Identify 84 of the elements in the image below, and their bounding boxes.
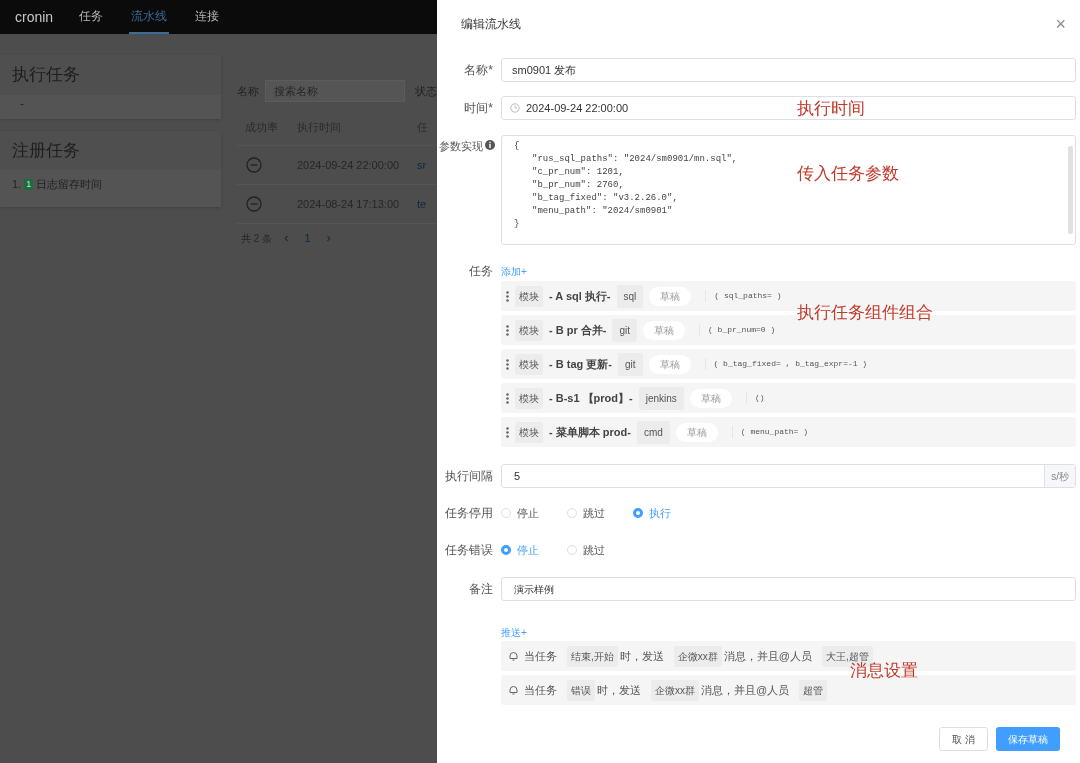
radio-option[interactable]: 停止 (501, 504, 543, 522)
code-line: "menu_path": "2024/sm0901" (531, 205, 673, 218)
message-text: 时，发送 (597, 682, 641, 698)
type-tag: cmd (636, 420, 670, 444)
message-text: 消息，并且@人员 (723, 648, 812, 664)
drawer-title: 编辑流水线 (461, 16, 521, 33)
drag-handle-icon[interactable] (506, 290, 509, 302)
code-line: "b_tag_fixed": "v3.2.26.0", (531, 192, 678, 205)
module-tag: 模块 (515, 319, 543, 341)
code-line: } (514, 218, 520, 231)
nav-tab[interactable]: 任务 (77, 0, 106, 34)
message-tag: 结束,开始 (567, 645, 618, 667)
interval-field[interactable]: 5 s/秒 (501, 464, 1076, 488)
field-label: 任务 (469, 263, 493, 280)
field-label: 执行间隔 (445, 468, 493, 485)
params-text: ( menu_path= ) (731, 426, 808, 438)
task-name: - A sql 执行- (549, 288, 611, 304)
type-tag: jenkins (638, 386, 684, 410)
field-label: 备注 (469, 581, 493, 598)
task-name: - B pr 合并- (549, 322, 607, 338)
message-text: 消息，并且@人员 (701, 682, 790, 698)
task-name: - B-s1 【prod】- (549, 390, 633, 406)
module-tag: 模块 (515, 387, 543, 409)
code-line: { (514, 140, 520, 153)
message-text: 时，发送 (619, 648, 664, 664)
type-tag: git (617, 352, 643, 376)
cancel-button[interactable]: 取 消 (939, 727, 988, 751)
params-text: ( sql_paths= ) (705, 290, 782, 302)
message-tag: 错误 (567, 679, 595, 701)
message-text: 当任务 (524, 648, 557, 664)
scrollbar[interactable] (1068, 146, 1073, 234)
field-label: 名称* (464, 62, 493, 79)
brand-name: cronin (15, 7, 54, 27)
module-tag: 模块 (515, 353, 543, 375)
status-tag: 草稿 (643, 320, 685, 340)
close-button[interactable]: × (1051, 10, 1070, 38)
task-name: - B tag 更新- (549, 356, 612, 372)
drag-handle-icon[interactable] (506, 426, 509, 438)
module-tag: 模块 (515, 421, 543, 443)
nav-tab[interactable]: 连接 (193, 0, 222, 34)
drag-handle-icon[interactable] (506, 392, 509, 404)
task-row[interactable]: 模块 - B tag 更新- git 草稿 ( b_tag_fixed= , b_tag_expr=-1 ) (501, 349, 1076, 379)
status-tag: 草稿 (689, 388, 732, 408)
unit-label: s/秒 (1044, 465, 1075, 487)
status-tag: 草稿 (675, 422, 718, 442)
params-text: () (745, 392, 765, 404)
remark-field[interactable]: 演示样例 (501, 577, 1076, 601)
task-row[interactable]: 模块 - B-s1 【prod】- jenkins 草稿 () (501, 383, 1076, 413)
code-line: "b_pr_num": 2760, (531, 179, 624, 192)
message-tag: 超管 (799, 679, 828, 701)
message-tag: 企微xx群 (673, 645, 722, 667)
status-tag: 草稿 (648, 354, 691, 374)
code-line: "rus_sql_paths": "2024/sm0901/mn.sql", (531, 153, 738, 166)
bell-icon (509, 651, 518, 661)
minus-circle-icon (246, 157, 262, 173)
field-label: 时间* (464, 100, 493, 117)
radio-option[interactable]: 跳过 (567, 541, 609, 559)
field-label: 任务错误 (445, 542, 493, 559)
clock-icon (510, 103, 520, 113)
nav-tab[interactable]: 流水线 (129, 0, 170, 34)
annotation-text: 执行时间 (797, 98, 865, 120)
type-tag: git (612, 318, 637, 342)
annotation-text: 传入任务参数 (797, 163, 899, 185)
bell-icon (509, 685, 518, 695)
task-name: - 菜单脚本 prod- (549, 424, 631, 440)
params-text: ( b_pr_num=0 ) (699, 324, 776, 336)
minus-circle-icon (246, 196, 262, 212)
info-icon (485, 140, 495, 150)
field-label: 参数实现 (439, 139, 483, 154)
drag-handle-icon[interactable] (506, 358, 509, 370)
item-badge: 1 (24, 178, 34, 190)
task-row[interactable]: 模块 - 菜单脚本 prod- cmd 草稿 ( menu_path= ) (501, 417, 1076, 447)
message-tag: 企微xx群 (651, 679, 699, 701)
card-text: - (20, 96, 24, 111)
params-text: ( b_tag_fixed= , b_tag_expr=-1 ) (704, 358, 868, 370)
module-tag: 模块 (515, 285, 543, 307)
name-field[interactable]: sm0901 发布 (501, 58, 1076, 82)
status-tag: 草稿 (649, 286, 692, 306)
drag-handle-icon[interactable] (506, 324, 509, 336)
radio-option[interactable]: 跳过 (567, 504, 609, 522)
message-text: 当任务 (524, 682, 557, 698)
code-line: "c_pr_num": 1201, (531, 166, 624, 179)
type-tag: sql (616, 284, 644, 308)
field-label: 任务停用 (445, 505, 493, 522)
